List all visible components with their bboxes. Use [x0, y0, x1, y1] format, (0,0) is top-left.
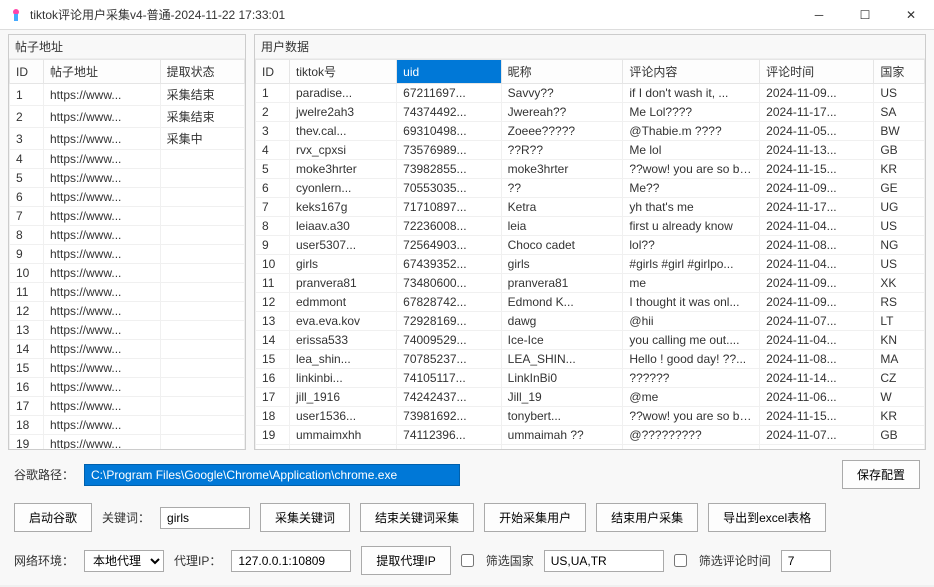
- table-row[interactable]: 6https://www...: [10, 188, 245, 207]
- table-row[interactable]: 17jill_191674242437...Jill_19@me2024-11-…: [256, 388, 925, 407]
- table-row[interactable]: 11pranvera8173480600...pranvera81me2024-…: [256, 274, 925, 293]
- table-row[interactable]: 2jwelre2ah374374492...Jwereah??Me Lol???…: [256, 103, 925, 122]
- net-env-select[interactable]: 本地代理: [84, 550, 164, 572]
- table-row[interactable]: 4rvx_cpxsi73576989...??R??Me lol2024-11-…: [256, 141, 925, 160]
- col-header[interactable]: ID: [10, 60, 44, 84]
- table-row[interactable]: 19https://www...: [10, 435, 245, 450]
- table-row[interactable]: 8leiaav.a3072236008...leiafirst u alread…: [256, 217, 925, 236]
- col-header[interactable]: uid: [397, 60, 501, 84]
- table-row[interactable]: 3https://www...采集中: [10, 128, 245, 150]
- table-row[interactable]: 8https://www...: [10, 226, 245, 245]
- keyword-input[interactable]: [160, 507, 250, 529]
- app-icon: [8, 7, 24, 23]
- table-row[interactable]: 4https://www...: [10, 150, 245, 169]
- col-header[interactable]: ID: [256, 60, 290, 84]
- filter-time-checkbox[interactable]: [674, 554, 687, 567]
- net-env-label: 网络环境：: [14, 552, 74, 569]
- col-header[interactable]: 国家: [874, 60, 925, 84]
- bottom-controls: 谷歌路径： 保存配置 启动谷歌 关键词： 采集关键词 结束关键词采集 开始采集用…: [0, 450, 934, 585]
- table-row[interactable]: 10https://www...: [10, 264, 245, 283]
- table-row[interactable]: 18user1536...73981692...tonybert...??wow…: [256, 407, 925, 426]
- maximize-button[interactable]: ☐: [842, 0, 888, 30]
- collect-keyword-button[interactable]: 采集关键词: [260, 503, 350, 532]
- start-chrome-button[interactable]: 启动谷歌: [14, 503, 92, 532]
- filter-time-label: 筛选评论时间: [699, 552, 771, 569]
- table-row[interactable]: 13https://www...: [10, 321, 245, 340]
- start-user-button[interactable]: 开始采集用户: [484, 503, 586, 532]
- user-data-panel: 用户数据 IDtiktok号uid昵称评论内容评论时间国家1paradise..…: [254, 34, 926, 450]
- col-header[interactable]: 评论内容: [623, 60, 760, 84]
- filter-country-input[interactable]: [544, 550, 664, 572]
- filter-country-label: 筛选国家: [486, 552, 534, 569]
- table-row[interactable]: 18https://www...: [10, 416, 245, 435]
- col-header[interactable]: 昵称: [501, 60, 623, 84]
- panel-title-left: 帖子地址: [9, 35, 245, 59]
- col-header[interactable]: 评论时间: [760, 60, 874, 84]
- col-header[interactable]: 帖子地址: [44, 60, 161, 84]
- post-url-grid[interactable]: ID帖子地址提取状态1https://www...采集结束2https://ww…: [9, 59, 245, 449]
- table-row[interactable]: 7https://www...: [10, 207, 245, 226]
- table-row[interactable]: 5https://www...: [10, 169, 245, 188]
- col-header[interactable]: 提取状态: [160, 60, 244, 84]
- table-row[interactable]: 1paradise...67211697...Savvy??if I don't…: [256, 84, 925, 103]
- table-row[interactable]: 6cyonlern...70553035...??Me??2024-11-09.…: [256, 179, 925, 198]
- panel-title-right: 用户数据: [255, 35, 925, 59]
- get-proxy-ip-button[interactable]: 提取代理IP: [361, 546, 450, 575]
- table-row[interactable]: 16https://www...: [10, 378, 245, 397]
- col-header[interactable]: tiktok号: [290, 60, 397, 84]
- table-row[interactable]: 16linkinbi...74105117...LinkInBi0??????2…: [256, 369, 925, 388]
- table-row[interactable]: 3thev.cal...69310498...Zoeee?????@Thabie…: [256, 122, 925, 141]
- table-row[interactable]: 15lea_shin...70785237...LEA_SHIN...Hello…: [256, 350, 925, 369]
- end-keyword-button[interactable]: 结束关键词采集: [360, 503, 474, 532]
- table-row[interactable]: 5moke3hrter73982855...moke3hrter??wow! y…: [256, 160, 925, 179]
- table-row[interactable]: 15https://www...: [10, 359, 245, 378]
- table-row[interactable]: 14https://www...: [10, 340, 245, 359]
- close-button[interactable]: ✕: [888, 0, 934, 30]
- table-row[interactable]: 9user5307...72564903...Choco cadetlol??2…: [256, 236, 925, 255]
- filter-country-checkbox[interactable]: [461, 554, 474, 567]
- user-data-grid[interactable]: IDtiktok号uid昵称评论内容评论时间国家1paradise...6721…: [255, 59, 925, 449]
- titlebar: tiktok评论用户采集v4-普通-2024-11-22 17:33:01 ─ …: [0, 0, 934, 30]
- filter-time-input[interactable]: [781, 550, 831, 572]
- table-row[interactable]: 13eva.eva.kov72928169...dawg@hii2024-11-…: [256, 312, 925, 331]
- table-row[interactable]: 14erissa53374009529...Ice-Iceyou calling…: [256, 331, 925, 350]
- table-row[interactable]: 9https://www...: [10, 245, 245, 264]
- table-row[interactable]: 11https://www...: [10, 283, 245, 302]
- proxy-ip-label: 代理IP：: [174, 552, 221, 569]
- chrome-path-label: 谷歌路径：: [14, 466, 74, 483]
- post-url-panel: 帖子地址 ID帖子地址提取状态1https://www...采集结束2https…: [8, 34, 246, 450]
- table-row[interactable]: 20lolaferris274312714...lola?????I thoug…: [256, 445, 925, 450]
- table-row[interactable]: 19ummaimxhh74112396...ummaimah ??@??????…: [256, 426, 925, 445]
- save-config-button[interactable]: 保存配置: [842, 460, 920, 489]
- export-excel-button[interactable]: 导出到excel表格: [708, 503, 826, 532]
- table-row[interactable]: 12edmmont67828742...Edmond K...I thought…: [256, 293, 925, 312]
- minimize-button[interactable]: ─: [796, 0, 842, 30]
- table-row[interactable]: 10girls67439352...girls#girls #girl #gir…: [256, 255, 925, 274]
- table-row[interactable]: 2https://www...采集结束: [10, 106, 245, 128]
- window-title: tiktok评论用户采集v4-普通-2024-11-22 17:33:01: [30, 6, 796, 23]
- table-row[interactable]: 12https://www...: [10, 302, 245, 321]
- end-user-button[interactable]: 结束用户采集: [596, 503, 698, 532]
- proxy-ip-input[interactable]: [231, 550, 351, 572]
- chrome-path-input[interactable]: [84, 464, 460, 486]
- table-row[interactable]: 17https://www...: [10, 397, 245, 416]
- table-row[interactable]: 1https://www...采集结束: [10, 84, 245, 106]
- table-row[interactable]: 7keks167g71710897...Ketrayh that's me202…: [256, 198, 925, 217]
- keyword-label: 关键词：: [102, 509, 150, 526]
